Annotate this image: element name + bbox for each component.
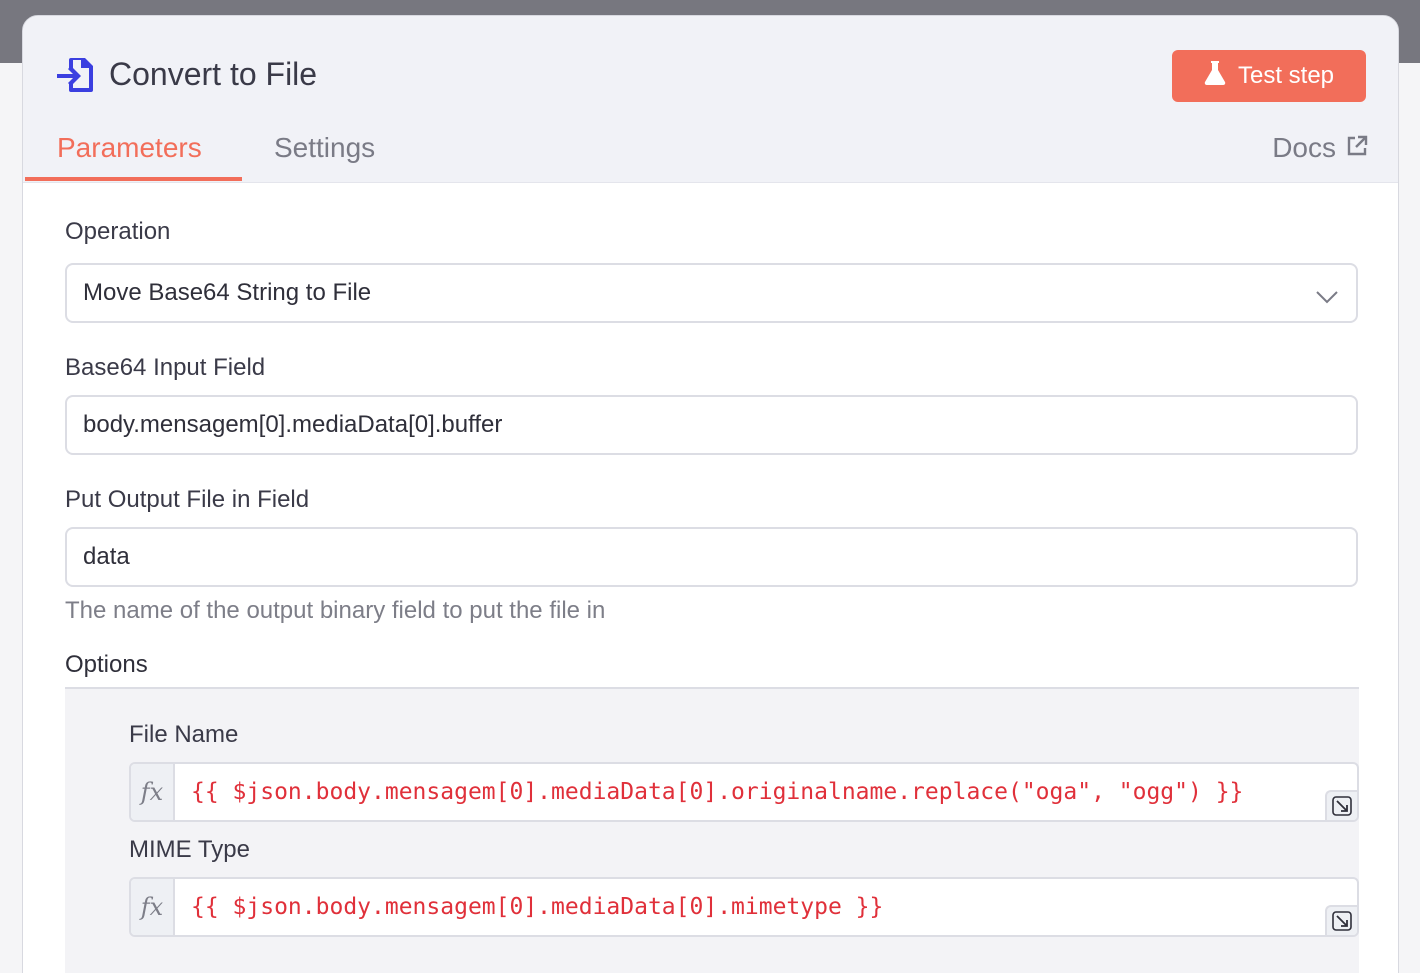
expand-icon[interactable]	[1325, 790, 1357, 820]
fx-icon: fx	[131, 764, 175, 820]
panel-header: Convert to File Test step Parameters Set…	[23, 16, 1398, 183]
docs-label: Docs	[1272, 132, 1336, 163]
operation-value: Move Base64 String to File	[83, 279, 372, 306]
test-step-button[interactable]: Test step	[1172, 50, 1366, 102]
flask-icon	[1204, 60, 1226, 93]
mime-type-label: MIME Type	[129, 836, 250, 863]
file-name-expression: {{ $json.body.mensagem[0].mediaData[0].o…	[191, 779, 1244, 805]
active-tab-indicator	[25, 177, 242, 181]
output-field-label: Put Output File in Field	[65, 486, 310, 513]
node-details-panel: Convert to File Test step Parameters Set…	[22, 15, 1399, 973]
mime-type-expression-field[interactable]: fx {{ $json.body.mensagem[0].mediaData[0…	[129, 877, 1359, 937]
output-field-input[interactable]: data	[65, 527, 1358, 587]
options-heading: Options	[65, 651, 148, 678]
test-step-label: Test step	[1237, 62, 1335, 89]
base64-input-value: body.mensagem[0].mediaData[0].buffer	[83, 411, 503, 438]
operation-label: Operation	[65, 218, 171, 245]
base64-input-label: Base64 Input Field	[65, 354, 266, 381]
operation-select[interactable]: Move Base64 String to File	[65, 263, 1358, 323]
node-title: Convert to File	[109, 56, 318, 92]
chevron-down-icon	[1316, 283, 1338, 311]
base64-input-field[interactable]: body.mensagem[0].mediaData[0].buffer	[65, 395, 1358, 455]
output-field-value: data	[83, 543, 130, 570]
output-field-hint: The name of the output binary field to p…	[65, 597, 606, 624]
tab-settings[interactable]: Settings	[274, 128, 375, 168]
file-name-expression-field[interactable]: fx {{ $json.body.mensagem[0].mediaData[0…	[129, 762, 1359, 822]
file-name-label: File Name	[129, 721, 239, 748]
external-link-icon	[1346, 128, 1368, 168]
fx-icon: fx	[131, 879, 175, 935]
file-import-icon	[55, 54, 95, 94]
mime-type-expression: {{ $json.body.mensagem[0].mediaData[0].m…	[191, 894, 884, 920]
tab-parameters[interactable]: Parameters	[57, 128, 202, 168]
expand-icon[interactable]	[1325, 905, 1357, 935]
docs-link[interactable]: Docs	[1272, 128, 1368, 168]
